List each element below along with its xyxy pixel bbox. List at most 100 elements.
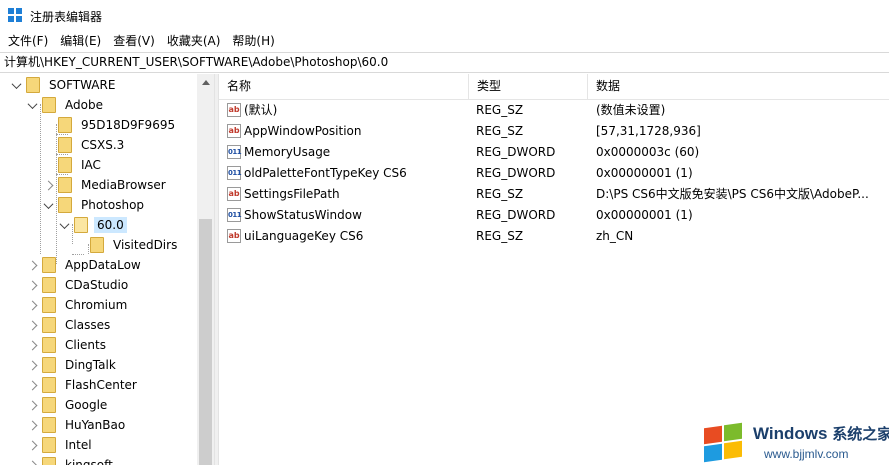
tree-item[interactable]: Chromium <box>26 295 130 315</box>
value-name: MemoryUsage <box>244 145 331 159</box>
column-header-data[interactable]: 数据 <box>588 74 889 99</box>
table-row[interactable]: ab SettingsFilePath REG_SZ D:\PS CS6中文版免安装\… <box>219 184 889 205</box>
chevron-right-icon[interactable] <box>26 255 38 275</box>
chevron-down-icon[interactable] <box>10 75 22 95</box>
menu-favorites[interactable]: 收藏夹(A) <box>161 31 227 51</box>
scroll-up-arrow-icon[interactable] <box>197 74 214 91</box>
chevron-right-icon[interactable] <box>26 395 38 415</box>
scrollbar-thumb[interactable] <box>199 219 212 465</box>
chevron-down-icon[interactable] <box>42 195 54 215</box>
tree-item[interactable]: Classes <box>26 315 113 335</box>
folder-icon <box>58 177 72 193</box>
tree-item-label: DingTalk <box>65 358 116 372</box>
value-name: (默认) <box>244 103 278 117</box>
tree-item[interactable]: IAC <box>42 155 104 175</box>
folder-icon <box>58 157 72 173</box>
folder-icon <box>42 277 56 293</box>
tree-item[interactable]: Intel <box>26 435 95 455</box>
title-bar: 注册表编辑器 <box>0 0 889 31</box>
menu-view[interactable]: 查看(V) <box>107 31 161 51</box>
chevron-right-icon[interactable] <box>26 455 38 465</box>
tree-item[interactable]: 60.0 <box>58 215 127 235</box>
string-value-icon: ab <box>227 229 241 243</box>
column-header-type[interactable]: 类型 <box>469 74 588 99</box>
chevron-right-icon[interactable] <box>26 275 38 295</box>
tree-item[interactable]: 95D18D9F9695 <box>42 115 178 135</box>
chevron-right-icon[interactable] <box>26 435 38 455</box>
menu-edit[interactable]: 编辑(E) <box>54 31 107 51</box>
tree-item[interactable]: AppDataLow <box>26 255 144 275</box>
window-title: 注册表编辑器 <box>30 10 103 24</box>
tree-item-label: 95D18D9F9695 <box>81 118 176 132</box>
chevron-right-icon[interactable] <box>26 355 38 375</box>
chevron-right-icon[interactable] <box>26 315 38 335</box>
value-data: D:\PS CS6中文版免安装\PS CS6中文版\AdobeP... <box>596 187 869 201</box>
tree-item[interactable]: HuYanBao <box>26 415 128 435</box>
chevron-right-icon[interactable] <box>26 375 38 395</box>
tree-item-label: IAC <box>81 158 101 172</box>
chevron-right-icon[interactable] <box>26 335 38 355</box>
tree-scrollbar[interactable] <box>197 74 214 465</box>
tree-item-label: CSXS.3 <box>81 138 125 152</box>
windows-logo-icon <box>702 421 746 463</box>
tree-item-label: Chromium <box>65 298 128 312</box>
folder-icon <box>42 377 56 393</box>
tree-guide-line <box>56 174 68 175</box>
tree-item-label: 60.0 <box>94 217 127 233</box>
folder-icon <box>42 357 56 373</box>
value-name: SettingsFilePath <box>244 187 340 201</box>
tree-item-label: CDaStudio <box>65 278 129 292</box>
table-row[interactable]: 011 oldPaletteFontTypeKey CS6 REG_DWORD 0x0… <box>219 163 889 184</box>
tree-guide-line <box>56 134 68 135</box>
tree-item[interactable]: DingTalk <box>26 355 119 375</box>
binary-value-icon: 011 <box>227 145 242 159</box>
value-data: 0x00000001 (1) <box>596 208 693 222</box>
tree-item-label: FlashCenter <box>65 378 137 392</box>
tree-item[interactable]: FlashCenter <box>26 375 140 395</box>
chevron-right-icon[interactable] <box>26 295 38 315</box>
chevron-down-icon[interactable] <box>26 95 38 115</box>
value-type: REG_SZ <box>476 124 524 138</box>
value-type: REG_DWORD <box>476 166 556 180</box>
table-row[interactable]: ab uiLanguageKey CS6 REG_SZ zh_CN <box>219 226 889 247</box>
folder-icon <box>42 457 56 465</box>
tree-item[interactable]: Clients <box>26 335 109 355</box>
value-data: [57,31,1728,936] <box>596 124 701 138</box>
tree-item-label: Photoshop <box>81 198 145 212</box>
value-name: oldPaletteFontTypeKey CS6 <box>244 166 407 180</box>
string-value-icon: ab <box>227 103 241 117</box>
value-name: AppWindowPosition <box>244 124 362 138</box>
chevron-down-icon[interactable] <box>58 215 70 235</box>
menu-help[interactable]: 帮助(H) <box>226 31 280 51</box>
tree-item[interactable]: CSXS.3 <box>42 135 127 155</box>
tree-item-label: Classes <box>65 318 111 332</box>
tree-item[interactable]: Photoshop <box>42 195 147 215</box>
tree-item[interactable]: MediaBrowser <box>42 175 169 195</box>
string-value-icon: ab <box>227 187 241 201</box>
tree-item[interactable]: kingsoft <box>26 455 116 465</box>
tree-guide-line <box>40 104 41 254</box>
table-row[interactable]: ab (默认) REG_SZ (数值未设置) <box>219 100 889 121</box>
tree-item-label: kingsoft <box>65 458 113 465</box>
tree-item-label: Adobe <box>65 98 103 112</box>
tree-item[interactable]: SOFTWARE <box>10 75 118 95</box>
tree-item[interactable]: Adobe <box>26 95 106 115</box>
folder-icon <box>42 297 56 313</box>
table-row[interactable]: ab AppWindowPosition REG_SZ [57,31,1728,936… <box>219 121 889 142</box>
column-header-name[interactable]: 名称 <box>219 74 469 99</box>
menu-file[interactable]: 文件(F) <box>2 31 54 51</box>
address-bar[interactable]: 计算机\HKEY_CURRENT_USER\SOFTWARE\Adobe\Pho… <box>0 52 889 73</box>
tree-item[interactable]: CDaStudio <box>26 275 131 295</box>
tree-item[interactable]: VisitedDirs <box>74 235 180 255</box>
chevron-right-icon[interactable] <box>42 175 54 195</box>
tree-item[interactable]: Google <box>26 395 110 415</box>
chevron-right-icon[interactable] <box>26 415 38 435</box>
folder-icon <box>90 237 104 253</box>
folder-icon <box>42 397 56 413</box>
tree-guide-line <box>56 124 57 264</box>
tree-item-label: AppDataLow <box>65 258 141 272</box>
table-row[interactable]: 011 ShowStatusWindow REG_DWORD 0x00000001 (… <box>219 205 889 226</box>
table-row[interactable]: 011 MemoryUsage REG_DWORD 0x0000003c (60) <box>219 142 889 163</box>
value-type: REG_DWORD <box>476 208 556 222</box>
